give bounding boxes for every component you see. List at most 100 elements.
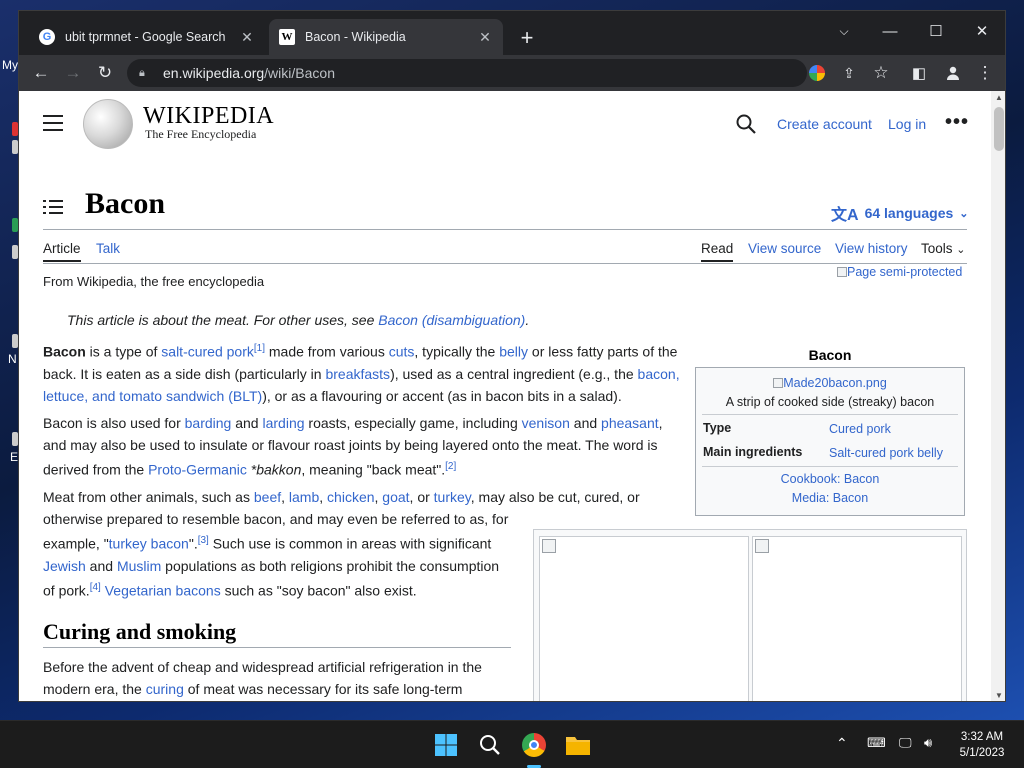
tab-article[interactable]: Article xyxy=(43,241,81,262)
link[interactable]: lamb xyxy=(289,489,319,505)
wikipedia-wordmark[interactable]: WIKIPEDIA xyxy=(143,103,274,130)
tab-google-search[interactable]: G ubit tprmnet - Google Search ✕ xyxy=(29,19,265,55)
link[interactable]: Proto-Germanic xyxy=(148,462,247,478)
desktop-label: E xyxy=(10,450,19,464)
link[interactable]: barding xyxy=(185,415,232,431)
volume-icon[interactable]: 🔊︎ xyxy=(924,735,932,751)
tab-read[interactable]: Read xyxy=(701,241,734,262)
close-icon[interactable]: ✕ xyxy=(477,29,493,45)
link[interactable]: cuts xyxy=(389,344,415,360)
infobox-title: Bacon xyxy=(808,347,852,363)
wikipedia-globe-logo[interactable] xyxy=(83,99,133,149)
infobox-label: Type xyxy=(703,421,732,435)
link[interactable]: venison xyxy=(522,415,570,431)
link[interactable]: turkey bacon xyxy=(109,536,189,552)
chrome-icon[interactable] xyxy=(518,729,550,761)
network-icon[interactable]: 🖵︎ xyxy=(899,735,912,751)
main-menu-icon[interactable] xyxy=(43,115,63,131)
search-icon[interactable] xyxy=(474,729,506,761)
disambiguation-link[interactable]: Bacon (disambiguation) xyxy=(378,312,525,328)
tools-dropdown[interactable]: Tools ⌄ xyxy=(921,241,966,256)
infobox-divider xyxy=(702,466,958,467)
search-icon[interactable] xyxy=(735,113,757,135)
reload-button[interactable]: ↻ xyxy=(91,59,119,87)
tab-wikipedia-bacon[interactable]: W Bacon - Wikipedia ✕ xyxy=(269,19,503,55)
infobox: Made20bacon.png A strip of cooked side (… xyxy=(695,367,965,516)
tab-talk[interactable]: Talk xyxy=(96,241,120,256)
link[interactable]: belly xyxy=(499,344,528,360)
close-icon[interactable]: ✕ xyxy=(239,29,255,45)
link[interactable]: goat xyxy=(382,489,409,505)
infobox-value-link[interactable]: Salt-cured pork belly xyxy=(829,446,943,460)
cookbook-link[interactable]: Cookbook: Bacon xyxy=(696,472,964,486)
system-clock[interactable]: 3:32 AM 5/1/2023 xyxy=(950,729,1014,761)
tab-title: Bacon - Wikipedia xyxy=(305,30,406,44)
scroll-down-icon[interactable]: ▼ xyxy=(991,689,1005,701)
infobox-value-link[interactable]: Cured pork xyxy=(829,422,891,436)
chevron-down-icon: ⌄ xyxy=(959,207,969,220)
keyboard-icon[interactable]: ⌨ xyxy=(867,735,886,751)
tab-view-history[interactable]: View history xyxy=(835,241,908,256)
tab-strip: G ubit tprmnet - Google Search ✕ W Bacon… xyxy=(19,11,1005,55)
intro-paragraph-2: Bacon is also used for barding and lardi… xyxy=(43,415,663,478)
show-hidden-icons-chevron-icon[interactable]: ⌃ xyxy=(836,735,848,752)
google-lens-icon[interactable] xyxy=(803,59,831,87)
broken-image-icon xyxy=(837,267,847,277)
link[interactable]: turkey xyxy=(434,489,471,505)
infobox-caption: A strip of cooked side (streaky) bacon xyxy=(725,395,935,409)
link[interactable]: Vegetarian bacons xyxy=(105,582,221,598)
media-link[interactable]: Media: Bacon xyxy=(696,491,964,505)
site-subtitle: From Wikipedia, the free encyclopedia xyxy=(43,274,265,289)
address-bar[interactable]: 🔒︎ en.wikipedia.org/wiki/Bacon xyxy=(127,59,807,87)
languages-button[interactable]: 文A 64 languages ⌄ xyxy=(831,201,968,225)
link[interactable]: curing xyxy=(146,681,184,697)
scrollbar-thumb[interactable] xyxy=(994,107,1004,151)
semi-protected-badge[interactable]: Page semi-protected xyxy=(837,265,962,279)
bookmark-star-icon[interactable]: ☆ xyxy=(867,59,895,87)
link[interactable]: Muslim xyxy=(117,558,161,574)
new-tab-button[interactable]: + xyxy=(515,27,539,51)
tab-search-chevron-icon[interactable]: ⌵ xyxy=(821,17,867,45)
hatnote-text: This article is about the meat. For othe… xyxy=(67,312,379,328)
link[interactable]: pheasant xyxy=(601,415,659,431)
close-window-button[interactable]: ✕ xyxy=(959,17,1005,45)
infobox-image[interactable]: Made20bacon.png xyxy=(696,376,964,390)
create-account-link[interactable]: Create account xyxy=(777,116,872,132)
desktop-label: N xyxy=(8,352,17,366)
link[interactable]: breakfasts xyxy=(325,366,390,382)
link[interactable]: salt-cured pork xyxy=(161,344,254,360)
gallery-image[interactable] xyxy=(752,536,962,701)
tab-title: ubit tprmnet - Google Search xyxy=(65,30,226,44)
windows-start-icon[interactable] xyxy=(430,729,462,761)
maximize-button[interactable]: ☐ xyxy=(913,17,959,45)
more-options-icon[interactable]: ••• xyxy=(945,111,969,134)
link[interactable]: chicken xyxy=(327,489,374,505)
page-title: Bacon xyxy=(85,187,166,220)
clock-date: 5/1/2023 xyxy=(959,747,1005,759)
link[interactable]: larding xyxy=(262,415,304,431)
menu-kebab-icon[interactable]: ⋮ xyxy=(971,59,999,87)
forward-button[interactable]: → xyxy=(59,59,87,87)
login-link[interactable]: Log in xyxy=(888,116,926,132)
back-button[interactable]: ← xyxy=(27,59,55,87)
hatnote: This article is about the meat. For othe… xyxy=(67,312,530,328)
link[interactable]: Jewish xyxy=(43,558,86,574)
infobox-label: Main ingredients xyxy=(703,445,803,459)
table-of-contents-icon[interactable] xyxy=(43,199,63,217)
image-gallery xyxy=(533,529,967,701)
intro-paragraph-3b: otherwise prepared to resemble bacon, an… xyxy=(43,511,509,599)
minimize-button[interactable]: — xyxy=(867,17,913,45)
gallery-image[interactable] xyxy=(539,536,749,701)
side-panel-icon[interactable]: ◧ xyxy=(905,59,933,87)
intro-paragraph-3a: Meat from other animals, such as beef, l… xyxy=(43,489,640,505)
infobox-image-alt: Made20bacon.png xyxy=(783,376,887,390)
tab-view-source[interactable]: View source xyxy=(748,241,821,256)
link[interactable]: beef xyxy=(254,489,281,505)
profile-icon[interactable] xyxy=(939,59,967,87)
share-icon[interactable]: ⇪ xyxy=(835,59,863,87)
page-scrollbar[interactable]: ▲ ▼ xyxy=(991,91,1005,701)
wikipedia-tagline: The Free Encyclopedia xyxy=(145,127,257,141)
broken-image-icon xyxy=(542,539,556,553)
file-explorer-icon[interactable] xyxy=(562,729,594,761)
scroll-up-icon[interactable]: ▲ xyxy=(991,91,1005,105)
